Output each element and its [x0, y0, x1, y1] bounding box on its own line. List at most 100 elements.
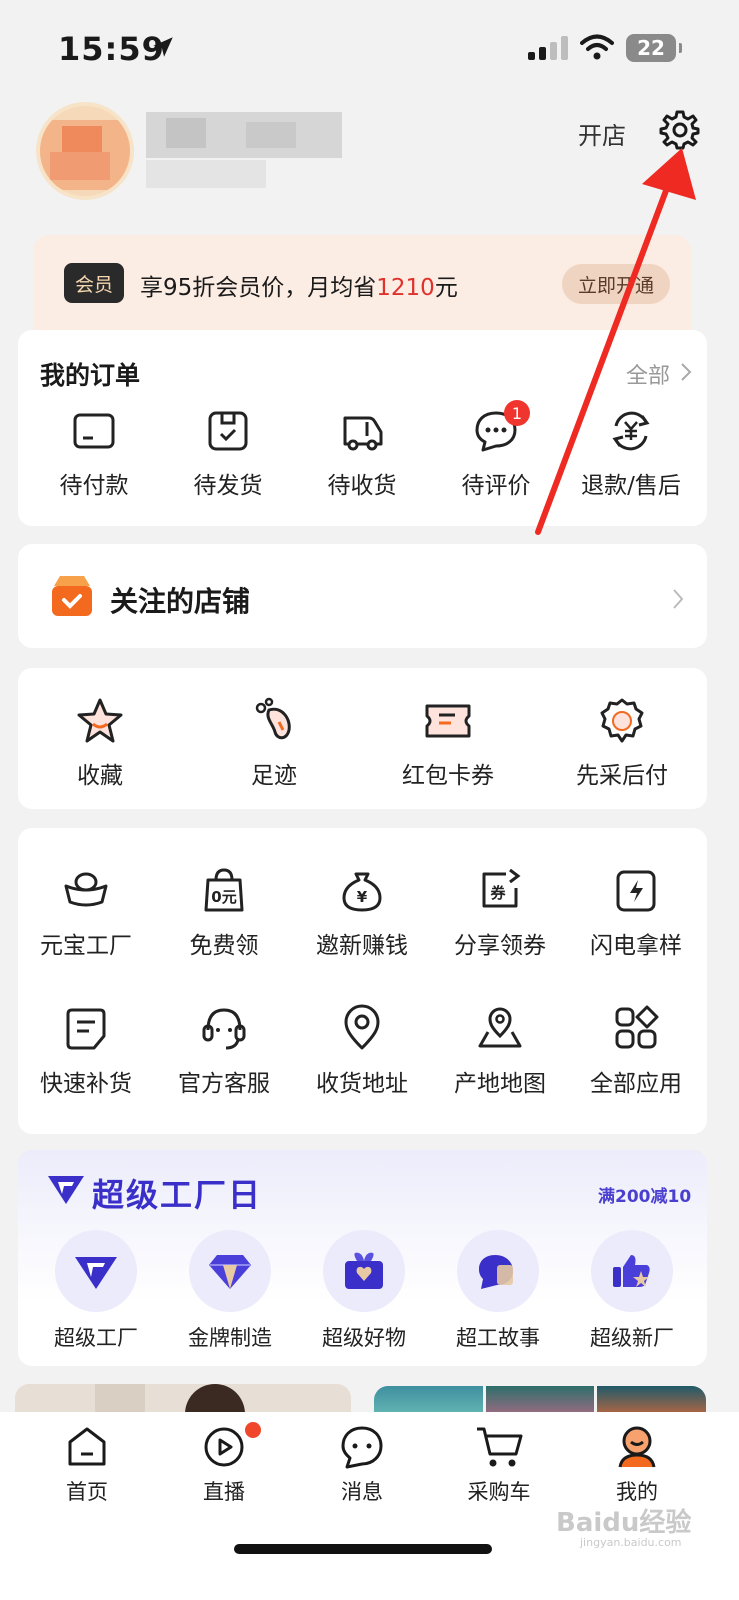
tab-cart[interactable]: 采购车: [449, 1424, 549, 1506]
svg-text:¥: ¥: [357, 888, 368, 906]
orders-title: 我的订单: [40, 361, 141, 390]
factory-item-circle: [323, 1230, 405, 1312]
app-label: 快速补货: [40, 1071, 132, 1097]
member-badge: 会员: [64, 263, 124, 303]
order-label: 待付款: [59, 473, 129, 499]
app-quick-restock[interactable]: 快速补货: [30, 1004, 142, 1098]
factory-item-label: 超级新厂: [590, 1326, 674, 1350]
app-shipping-address[interactable]: 收货地址: [306, 1004, 418, 1098]
home-icon: [68, 1427, 106, 1466]
profile-icon: [618, 1426, 656, 1468]
live-icon: [204, 1427, 244, 1467]
annotation-arrow-icon: [535, 148, 696, 535]
factory-item-circle: [55, 1230, 137, 1312]
member-offer-amount: 1210: [376, 275, 435, 301]
watermark-url: jingyan.baidu.com: [580, 1536, 682, 1549]
factory-day-promo: 满200减10: [598, 1187, 692, 1207]
factory-item-super-goods[interactable]: 超级好物: [314, 1230, 414, 1352]
tab-live[interactable]: 直播: [174, 1424, 274, 1506]
app-all-apps[interactable]: 全部应用: [580, 1004, 692, 1098]
factory-logo-icon: [48, 1176, 84, 1204]
avatar[interactable]: [36, 102, 134, 200]
chevron-right-icon: [673, 589, 684, 609]
apps-icon: [615, 1005, 659, 1049]
tool-label: 红包卡券: [402, 763, 494, 789]
app-free-claim[interactable]: 0元 免费领: [168, 866, 280, 960]
app-label: 闪电拿样: [590, 933, 682, 959]
app-label: 全部应用: [590, 1071, 682, 1097]
order-pending-shipment[interactable]: 待发货: [168, 408, 288, 500]
location-icon: [344, 1004, 380, 1050]
diamond-factory-icon: [75, 1257, 117, 1289]
factory-item-label: 超工故事: [456, 1326, 540, 1350]
app-ingot-factory[interactable]: 元宝工厂: [30, 866, 142, 960]
tab-label: 采购车: [467, 1480, 531, 1504]
factory-item-circle: [457, 1230, 539, 1312]
tab-label: 消息: [341, 1480, 383, 1504]
factory-item-label: 超级工厂: [54, 1326, 138, 1350]
map-icon: [478, 1007, 522, 1048]
wifi-icon: [580, 34, 614, 60]
tool-label: 收藏: [77, 763, 123, 789]
message-icon: [341, 1426, 383, 1469]
location-arrow-icon: [153, 37, 173, 57]
tab-messages[interactable]: 消息: [312, 1424, 412, 1506]
app-share-coupon[interactable]: 券 分享领券: [444, 866, 556, 960]
app-label: 元宝工厂: [40, 933, 132, 959]
pay-later-icon: [600, 698, 644, 743]
tool-pay-later[interactable]: 先采后付: [562, 696, 682, 790]
tool-coupons[interactable]: 红包卡券: [388, 696, 508, 790]
lightning-icon: [616, 870, 656, 912]
app-label: 官方客服: [178, 1071, 270, 1097]
factory-item-super-factory[interactable]: 超级工厂: [46, 1230, 146, 1352]
svg-text:0元: 0元: [211, 888, 236, 906]
battery-indicator: 22: [626, 34, 682, 62]
story-bubble-icon: [479, 1255, 513, 1289]
card-icon: [73, 413, 115, 449]
app-invite-earn[interactable]: ¥ 邀新赚钱: [306, 866, 418, 960]
factory-item-new-factory[interactable]: 超级新厂: [582, 1230, 682, 1352]
tab-label: 直播: [203, 1480, 245, 1504]
app-label: 免费领: [189, 933, 259, 959]
ingot-icon: [64, 872, 108, 907]
member-offer-pre: 享95折会员价，月均省: [140, 275, 377, 301]
app-label: 邀新赚钱: [316, 933, 408, 959]
money-bag-icon: ¥: [342, 872, 382, 912]
app-label: 产地地图: [454, 1071, 546, 1097]
tool-footprint[interactable]: 足迹: [214, 696, 334, 790]
order-pending-receipt[interactable]: 待收货: [302, 408, 422, 500]
order-label: 待发货: [193, 473, 263, 499]
tab-profile[interactable]: 我的: [587, 1424, 687, 1506]
truck-icon: [343, 416, 383, 451]
tool-favorites[interactable]: 收藏: [40, 696, 160, 790]
status-time: 15:59: [58, 30, 165, 68]
tool-label: 先采后付: [576, 763, 668, 789]
member-offer-post: 元: [434, 275, 458, 301]
app-flash-sample[interactable]: 闪电拿样: [580, 866, 692, 960]
factory-item-gold-manufacture[interactable]: 金牌制造: [180, 1230, 280, 1352]
app-origin-map[interactable]: 产地地图: [444, 1004, 556, 1098]
package-icon: [208, 411, 248, 451]
ticket-icon: [425, 704, 471, 738]
free-bag-icon: 0元: [204, 868, 244, 912]
svg-text:券: 券: [490, 884, 506, 902]
order-label: 待收货: [327, 473, 397, 499]
username-blurred: [146, 112, 342, 190]
restock-icon: [66, 1008, 106, 1050]
factory-item-factory-stories[interactable]: 超工故事: [448, 1230, 548, 1352]
app-label: 分享领券: [454, 933, 546, 959]
followed-shops-title: 关注的店铺: [110, 585, 251, 618]
app-customer-service[interactable]: 官方客服: [168, 1004, 280, 1098]
watermark: Baidu经验: [556, 1508, 692, 1538]
footprint-icon: [255, 697, 291, 740]
factory-day-title: 超级工厂日: [92, 1176, 263, 1214]
cart-icon: [477, 1427, 523, 1467]
live-notification-dot: [245, 1422, 261, 1438]
headset-icon: [202, 1008, 246, 1050]
tab-home[interactable]: 首页: [37, 1424, 137, 1506]
factory-item-label: 超级好物: [322, 1326, 406, 1350]
order-pending-payment[interactable]: 待付款: [34, 408, 154, 500]
factory-item-label: 金牌制造: [188, 1326, 272, 1350]
gift-box-icon: [345, 1252, 383, 1289]
member-offer-text: 享95折会员价，月均省1210元: [140, 268, 458, 302]
